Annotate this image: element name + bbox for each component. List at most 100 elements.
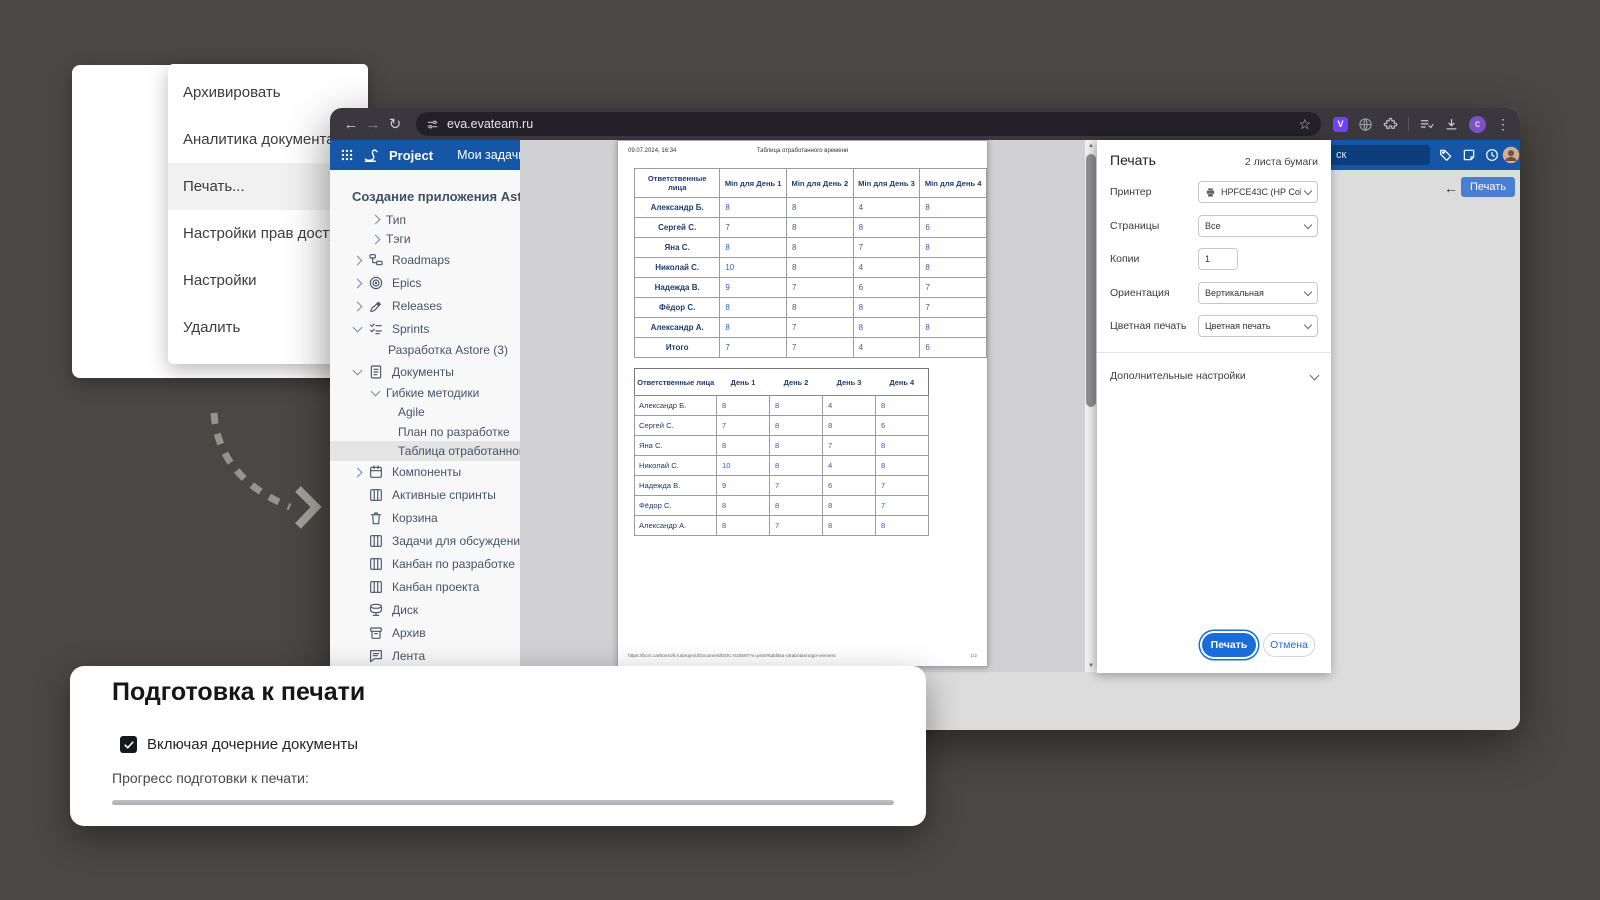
sidebar-item-label: Sprints [392, 322, 429, 336]
notes-icon[interactable] [1461, 147, 1477, 168]
sidebar-item-label: Активные спринты [392, 488, 496, 502]
sidebar-item-label: Тэги [386, 232, 411, 246]
copies-input[interactable]: 1 [1198, 248, 1238, 270]
sidebar-item[interactable]: Компоненты [330, 461, 520, 484]
table-header-cell: Min для День 3 [853, 169, 920, 198]
include-children-label[interactable]: Включая дочерние документы [147, 736, 358, 753]
print-confirm-button[interactable]: Печать [1202, 633, 1256, 657]
принтер-select[interactable]: HPFCE43C (HP Color La: [1198, 181, 1318, 203]
sidebar-item[interactable]: Sprints [330, 318, 520, 341]
chevron-right-icon[interactable] [353, 301, 363, 311]
sidebar-item-label: Диск [392, 603, 418, 617]
sidebar-item-label: Agile [398, 405, 425, 419]
browser-back-button[interactable]: ← [340, 116, 362, 133]
sidebar-item-label: Канбан по разработке [392, 557, 515, 571]
table-header-cell: День 3 [823, 369, 876, 396]
print-preview-page: 09.07.2024, 16:34 Таблица отработанного … [617, 140, 988, 667]
chevron-down-icon[interactable] [353, 365, 363, 375]
extensions-puzzle-icon[interactable] [1383, 117, 1398, 132]
sidebar-item[interactable]: Roadmaps [330, 249, 520, 272]
sidebar-item[interactable]: Документы [330, 360, 520, 383]
print-setting-value: Вертикальная [1205, 288, 1301, 298]
print-setting-label: Копии [1110, 248, 1139, 270]
sidebar-item[interactable]: Корзина [330, 507, 520, 530]
table-row: Фёдор С.8887 [635, 496, 929, 516]
doc-icon [368, 364, 384, 380]
bookmark-star-icon[interactable]: ☆ [1298, 116, 1311, 133]
print-setting-value: HPFCE43C (HP Color La: [1221, 187, 1301, 197]
address-bar[interactable]: eva.evateam.ru ☆ [416, 112, 1321, 136]
sidebar-item[interactable]: Таблица отработанного времени [330, 441, 520, 460]
downloads-icon[interactable] [1444, 117, 1459, 132]
chevron-right-icon[interactable] [353, 467, 363, 477]
sidebar-item-label: Архив [392, 626, 426, 640]
notifications-tag-icon[interactable] [1438, 147, 1454, 168]
app-grid-icon[interactable] [340, 148, 354, 162]
table-row: Яна С.8878 [635, 436, 929, 456]
chevron-down-icon[interactable] [353, 323, 363, 333]
print-cancel-button[interactable]: Отмена [1263, 633, 1315, 657]
page-print-button[interactable]: Печать [1461, 177, 1515, 197]
sidebar-project-title[interactable]: Создание приложения Astore [330, 186, 520, 206]
sidebar-item[interactable]: Активные спринты [330, 484, 520, 507]
browser-forward-button[interactable]: → [362, 116, 384, 133]
app-product-name[interactable]: Project [389, 148, 433, 163]
chevron-right-icon[interactable] [371, 234, 381, 244]
sidebar-item[interactable]: Канбан проекта [330, 576, 520, 599]
sidebar-item[interactable]: Agile [330, 403, 520, 422]
include-children-checkbox[interactable] [120, 736, 137, 753]
print-setting-row: ОриентацияВертикальная [1110, 282, 1318, 304]
страницы-select[interactable]: Все [1198, 215, 1318, 237]
browser-profile-avatar[interactable]: c [1469, 116, 1486, 133]
reading-list-icon[interactable] [1419, 117, 1434, 132]
prepare-print-dialog: Подготовка к печати Включая дочерние док… [70, 666, 926, 826]
site-info-icon[interactable] [426, 118, 439, 131]
print-setting-value: Все [1205, 221, 1301, 231]
preview-scrollbar[interactable]: ▲ ▼ [1085, 140, 1097, 672]
sidebar-item[interactable]: Releases [330, 295, 520, 318]
columns-icon [368, 533, 384, 549]
sidebar-item[interactable]: Канбан по разработке [330, 553, 520, 576]
sidebar-item-label: Компоненты [392, 465, 461, 479]
extension-globe-icon[interactable] [1358, 117, 1373, 132]
extensions-area: V c ⋮ [1333, 116, 1510, 133]
print-setting-value: Цветная печать [1205, 321, 1301, 331]
nav-my-tasks[interactable]: Мои задачи [457, 148, 525, 162]
url-text: eva.evateam.ru [447, 117, 533, 131]
sidebar-item[interactable]: Лента [330, 645, 520, 668]
sidebar-item[interactable]: Тип [330, 210, 520, 229]
цветная-печать-select[interactable]: Цветная печать [1198, 315, 1318, 337]
chevron-down-icon[interactable] [371, 386, 381, 396]
chevron-right-icon[interactable] [371, 215, 381, 225]
ориентация-select[interactable]: Вертикальная [1198, 282, 1318, 304]
user-avatar[interactable] [1502, 146, 1520, 169]
scrollbar-thumb[interactable] [1086, 154, 1096, 407]
sidebar-item[interactable]: Задачи для обсуждения [330, 530, 520, 553]
scrollbar-down-arrow[interactable]: ▼ [1085, 660, 1097, 672]
advanced-settings-toggle[interactable]: Дополнительные настройки [1110, 364, 1318, 388]
sidebar-item[interactable]: План по разработке [330, 422, 520, 441]
extension-v-icon[interactable]: V [1333, 117, 1348, 132]
print-setting-row: Копии 1 [1110, 248, 1318, 270]
progress-bar [112, 800, 894, 805]
table-header-cell: Ответственные лица [635, 169, 720, 198]
disk-icon [368, 602, 384, 618]
toolbar-separator [1408, 117, 1409, 131]
scrollbar-up-arrow[interactable]: ▲ [1085, 140, 1097, 152]
page-back-arrow[interactable]: ← [1444, 180, 1458, 196]
browser-menu-icon[interactable]: ⋮ [1496, 116, 1510, 133]
browser-reload-button[interactable]: ↻ [384, 115, 406, 133]
chevron-right-icon[interactable] [353, 255, 363, 265]
sidebar-item-label: Разработка Astore (3) [388, 343, 508, 357]
checklist-icon [368, 321, 384, 337]
sidebar-item[interactable]: Тэги [330, 229, 520, 248]
table-row: Фёдор С.8887 [635, 298, 987, 318]
chevron-right-icon[interactable] [353, 278, 363, 288]
sidebar-item[interactable]: Архив [330, 622, 520, 645]
sidebar-item[interactable]: Гибкие методики [330, 383, 520, 402]
sidebar-item[interactable]: Epics [330, 272, 520, 295]
sidebar-item[interactable]: Диск [330, 599, 520, 622]
sidebar-item[interactable]: Разработка Astore (3) [330, 341, 520, 360]
history-icon[interactable] [1484, 147, 1500, 168]
sidebar-item-label: Таблица отработанного времени [398, 444, 520, 458]
